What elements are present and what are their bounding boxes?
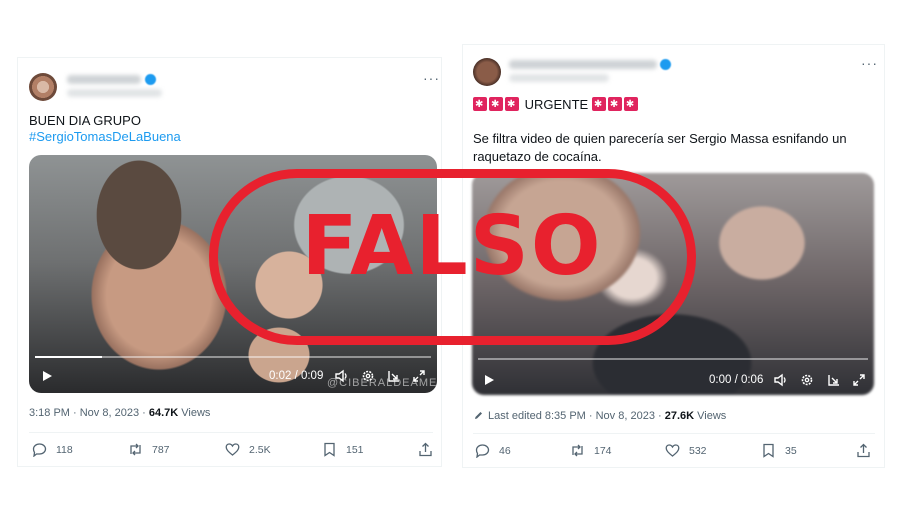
retweet-count: 787: [152, 443, 170, 456]
like-count: 2.5K: [249, 443, 271, 456]
like-count: 532: [689, 444, 707, 457]
bookmark-icon: [322, 442, 337, 457]
video-progress-bar[interactable]: [478, 358, 868, 360]
video-progress-fill: [35, 356, 103, 358]
avatar[interactable]: [473, 58, 501, 86]
like-button[interactable]: 532: [665, 443, 707, 458]
pencil-icon: [473, 410, 484, 424]
more-options-button[interactable]: ···: [861, 55, 878, 71]
bookmark-count: 35: [785, 444, 797, 457]
settings-icon[interactable]: [800, 373, 814, 390]
divider: [473, 433, 875, 434]
bookmark-count: 151: [346, 443, 364, 456]
video-watermark: @CIBERALDEAMEI: [327, 377, 437, 389]
bookmark-button[interactable]: 35: [761, 443, 797, 458]
reply-count: 46: [499, 444, 511, 457]
tweet-meta: 3:18 PM · Nov 8, 2023 · 64.7K Views: [29, 407, 210, 419]
reply-button[interactable]: 118: [32, 442, 73, 457]
blurred-handle: [67, 89, 162, 97]
bookmark-button[interactable]: 151: [322, 442, 364, 457]
retweet-count: 174: [594, 444, 612, 457]
views-label: Views: [694, 410, 727, 422]
share-button[interactable]: [418, 442, 442, 457]
play-icon[interactable]: [41, 370, 53, 385]
reply-icon: [32, 442, 47, 457]
alert-light-icon: [473, 96, 487, 114]
tweet-text-line-1: Se filtra video de quien parecería ser S…: [473, 131, 847, 146]
bookmark-icon: [761, 443, 776, 458]
pip-icon[interactable]: [827, 373, 841, 390]
blurred-display-name: [67, 75, 141, 84]
timestamp[interactable]: 3:18 PM · Nov 8, 2023 ·: [29, 407, 149, 419]
blurred-handle: [509, 74, 609, 82]
views-count: 27.6K: [664, 410, 695, 422]
video-progress-bar[interactable]: [35, 356, 431, 358]
video-time: 0:00 / 0:06: [709, 374, 764, 386]
false-stamp-label: FALSO: [301, 199, 603, 294]
retweet-icon: [128, 442, 143, 457]
views-label: Views: [178, 407, 211, 419]
share-button[interactable]: [856, 443, 880, 458]
volume-icon[interactable]: [774, 373, 788, 390]
heart-icon: [225, 442, 240, 457]
retweet-button[interactable]: 174: [570, 443, 612, 458]
alert-light-icon: [505, 96, 519, 114]
urgent-line: URGENTE: [473, 96, 640, 114]
reply-button[interactable]: 46: [475, 443, 511, 458]
blurred-display-name: [509, 60, 657, 69]
alert-light-icon: [489, 96, 503, 114]
share-icon: [856, 443, 871, 458]
verified-icon: [145, 74, 156, 85]
alert-light-icon: [623, 96, 638, 114]
like-button[interactable]: 2.5K: [225, 442, 271, 457]
views-count: 64.7K: [148, 407, 179, 419]
heart-icon: [665, 443, 680, 458]
alert-light-icon: [591, 96, 606, 114]
share-icon: [418, 442, 433, 457]
alert-light-icon: [607, 96, 622, 114]
urgent-label: URGENTE: [524, 97, 589, 112]
fullscreen-icon[interactable]: [852, 373, 866, 390]
avatar[interactable]: [29, 73, 57, 101]
tweet-text-line-2: raquetazo de cocaína.: [473, 149, 602, 164]
divider: [29, 432, 433, 433]
reply-icon: [475, 443, 490, 458]
retweet-icon: [570, 443, 585, 458]
more-options-button[interactable]: ···: [423, 70, 440, 86]
edited-timestamp[interactable]: Last edited 8:35 PM · Nov 8, 2023 ·: [488, 410, 665, 422]
tweet-meta: Last edited 8:35 PM · Nov 8, 2023 · 27.6…: [473, 410, 726, 424]
retweet-button[interactable]: 787: [128, 442, 170, 457]
hashtag-link[interactable]: #SergioTomasDeLaBuena: [29, 128, 181, 146]
reply-count: 118: [56, 443, 73, 456]
verified-icon: [660, 59, 671, 70]
video-time: 0:02 / 0:09: [269, 370, 324, 382]
play-icon[interactable]: [483, 374, 495, 389]
